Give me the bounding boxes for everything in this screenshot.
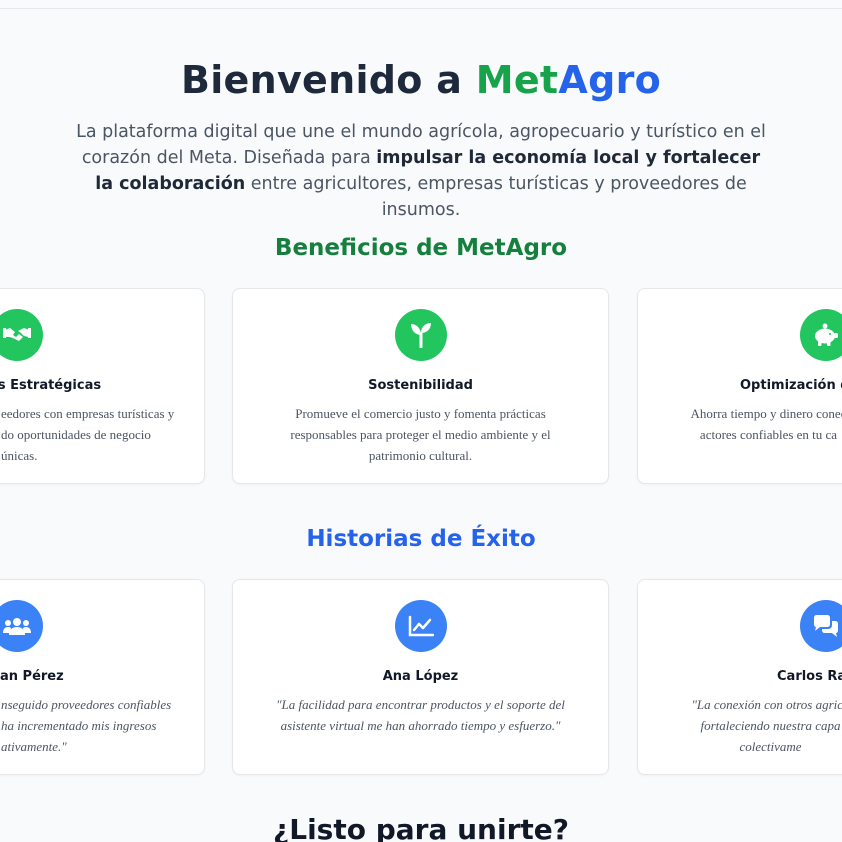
- brand-name-met: Met: [475, 58, 559, 102]
- benefit-text: eedores con empresas turísticas y do opo…: [1, 406, 175, 463]
- piggy-bank-icon: [799, 309, 842, 361]
- story-quote: "La conexión con otros agricu fortalecie…: [691, 697, 842, 754]
- comments-icon: [799, 600, 842, 652]
- story-quote: nseguido proveedores confiables ha incre…: [1, 697, 172, 754]
- page: Bienvenido a MetAgro La plataforma digit…: [0, 0, 842, 842]
- story-name: Ana López: [382, 669, 459, 684]
- hero-description: La plataforma digital que une el mundo a…: [74, 119, 768, 223]
- benefit-text: Ahorra tiempo y dinero conec actores con…: [690, 406, 842, 442]
- chart-line-icon: [394, 600, 447, 652]
- benefit-card: Sostenibilidad Promueve el comercio just…: [232, 288, 609, 484]
- cta-title: ¿Listo para unirte?: [273, 813, 569, 842]
- benefit-title: es Estratégicas: [0, 378, 102, 393]
- users-icon: [0, 600, 43, 652]
- seedling-icon: [394, 309, 447, 361]
- hero-description-part2: entre agricultores, empresas turísticas …: [245, 174, 747, 220]
- benefit-card: Optimización d Ahorra tiempo y dinero co…: [637, 288, 842, 484]
- benefit-text: Promueve el comercio justo y fomenta prá…: [290, 406, 551, 463]
- handshake-icon: [0, 309, 43, 361]
- story-name: Carlos Ra: [777, 669, 842, 684]
- story-card: Ana López "La facilidad para encontrar p…: [232, 579, 609, 775]
- benefit-card: es Estratégicas eedores con empresas tur…: [0, 288, 205, 484]
- benefit-title: Sostenibilidad: [368, 378, 473, 393]
- stories-title: Historias de Éxito: [306, 526, 536, 552]
- story-quote: "La facilidad para encontrar productos y…: [276, 697, 565, 733]
- hero-title: Bienvenido a MetAgro: [0, 56, 842, 104]
- story-card: Carlos Ra "La conexión con otros agricu …: [637, 579, 842, 775]
- top-divider: [0, 8, 842, 9]
- benefits-title: Beneficios de MetAgro: [274, 235, 568, 261]
- benefit-title: Optimización d: [740, 378, 842, 393]
- story-card: an Pérez nseguido proveedores confiables…: [0, 579, 205, 775]
- hero-title-prefix: Bienvenido a: [180, 58, 476, 102]
- brand-name-agro: Agro: [558, 58, 662, 102]
- story-name: an Pérez: [0, 669, 64, 684]
